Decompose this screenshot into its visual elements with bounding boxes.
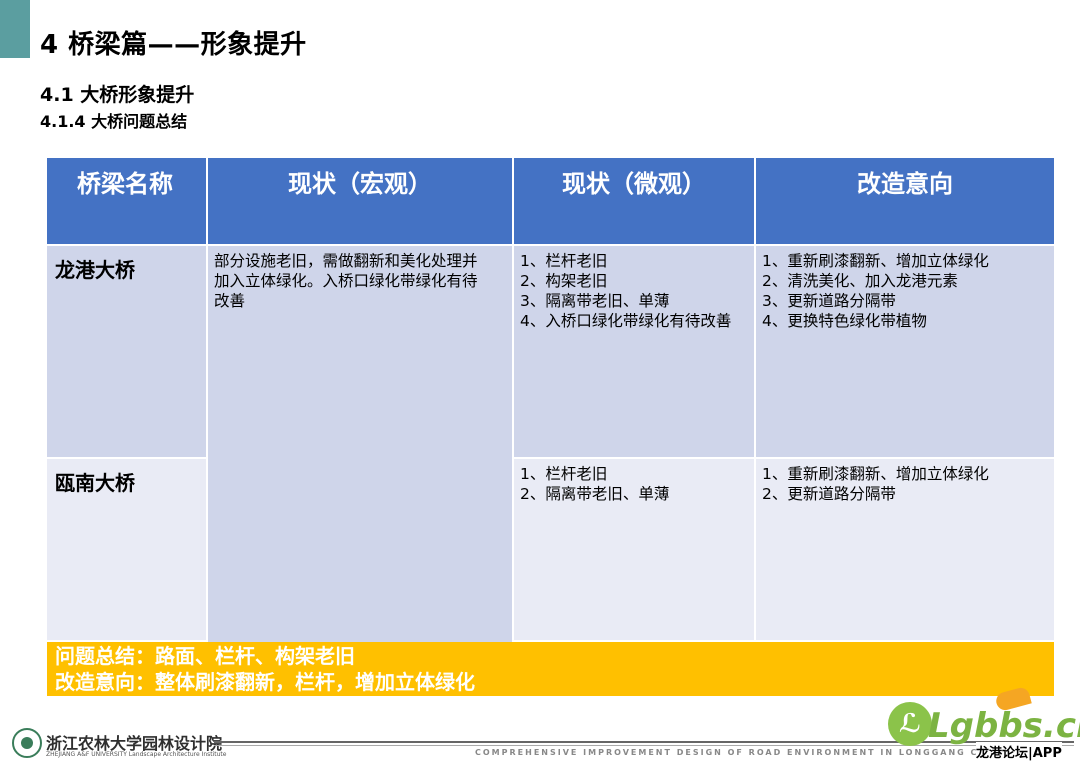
watermark-logo-icon: ℒ xyxy=(888,702,932,746)
summary-problems: 问题总结：路面、栏杆、构架老旧 xyxy=(55,644,355,668)
improvement-intent: 1、重新刷漆翻新、增加立体绿化 2、更新道路分隔带 xyxy=(762,465,989,503)
column-header-name: 桥梁名称 xyxy=(47,158,208,246)
bridge-summary-table: 桥梁名称 现状（宏观） 现状（微观） 改造意向 龙港大桥 1、栏杆老旧 2、构架… xyxy=(47,158,1054,644)
watermark: ℒ Lgbbs.cn 龙港论坛|APP xyxy=(888,685,1080,764)
column-header-macro: 现状（宏观） xyxy=(208,158,514,246)
micro-status: 1、栏杆老旧 2、构架老旧 3、隔离带老旧、单薄 4、入桥口绿化带绿化有待改善 xyxy=(520,252,732,330)
macro-status-merged-cell: 部分设施老旧，需做翻新和美化处理并 加入立体绿化。入桥口绿化带绿化有待 改善 xyxy=(208,246,514,644)
table-header-row: 桥梁名称 现状（宏观） 现状（微观） 改造意向 xyxy=(47,158,1054,246)
table-row: 龙港大桥 1、栏杆老旧 2、构架老旧 3、隔离带老旧、单薄 4、入桥口绿化带绿化… xyxy=(47,246,1054,459)
institute-logo-english: ZHEJIANG A&F UNIVERSITY Landscape Archit… xyxy=(46,751,227,758)
column-header-micro: 现状（微观） xyxy=(514,158,756,246)
bridge-name: 瓯南大桥 xyxy=(55,471,135,495)
watermark-text: Lgbbs.cn xyxy=(928,706,1080,746)
accent-bar xyxy=(0,0,30,58)
watermark-subtext: 龙港论坛|APP xyxy=(976,742,1062,761)
table-row: 瓯南大桥 1、栏杆老旧 2、隔离带老旧、单薄 1、重新刷漆翻新、增加立体绿化 2… xyxy=(47,459,1054,642)
improvement-intent: 1、重新刷漆翻新、增加立体绿化 2、清洗美化、加入龙港元素 3、更新道路分隔带 … xyxy=(762,252,989,330)
page-title: 4 桥梁篇——形象提升 xyxy=(40,30,307,60)
bridge-name: 龙港大桥 xyxy=(55,258,135,282)
section-heading: 4.1 大桥形象提升 xyxy=(40,84,195,106)
macro-status: 部分设施老旧，需做翻新和美化处理并 加入立体绿化。入桥口绿化带绿化有待 改善 xyxy=(214,252,478,310)
micro-status: 1、栏杆老旧 2、隔离带老旧、单薄 xyxy=(520,465,670,503)
university-emblem-icon xyxy=(12,728,42,758)
column-header-intent: 改造意向 xyxy=(756,158,1054,246)
subsection-heading: 4.1.4 大桥问题总结 xyxy=(40,112,188,131)
